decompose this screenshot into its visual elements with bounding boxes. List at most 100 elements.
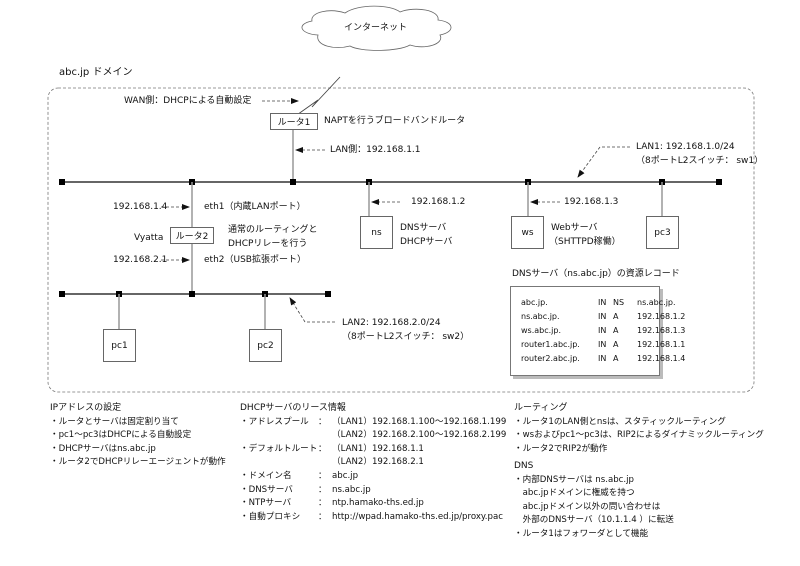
dns-record-class: IN (598, 298, 607, 307)
dhcp-lease-row: ・自動プロキシ ： http://wpad.hamako-ths.ed.jp/pro… (240, 511, 506, 525)
dns-record-name: ns.abc.jp. (521, 312, 560, 321)
dhcp-lease-value: （LAN1）192.168.1.100～192.168.1.199 (332, 416, 507, 427)
dhcp-lease-value: http://wpad.hamako-ths.ed.jp/proxy.pac (332, 511, 503, 522)
dns-records-table: abc.jp. IN NS ns.abc.jp. ns.abc.jp. IN A… (510, 286, 685, 376)
dhcp-lease-key: ・NTPサーバ (240, 498, 292, 509)
dns-record-name: ws.abc.jp. (521, 326, 562, 335)
pc2-box[interactable]: pc2 (249, 329, 282, 362)
ns-desc-line1: DNSサーバ (400, 223, 447, 233)
lan1-port (59, 179, 65, 185)
dns-item: abc.jpドメイン以外の問い合わせは (514, 501, 661, 512)
dhcp-lease-value: ntp.hamako-ths.ed.jp (332, 498, 424, 509)
eth2-ip: 192.168.2.1 (113, 255, 168, 265)
dhcp-lease-value: （LAN2）192.168.2.100～192.168.2.199 (332, 430, 507, 441)
dhcp-lease-row: ・ドメイン名 ： abc.jp (240, 470, 506, 484)
eth1-ip: 192.168.1.4 (113, 202, 168, 212)
dns-title: DNS (514, 461, 534, 471)
eth2-label: eth2（USB拡張ポート） (204, 255, 306, 265)
router1-name: ルータ1 (277, 118, 311, 128)
dhcp-lease-key (240, 456, 318, 470)
dns-section: DNS ・内部DNSサーバは ns.abc.jp abc.jpドメインに権威を持… (514, 460, 674, 542)
dhcp-lease-value: （LAN1）192.168.1.1 (332, 443, 424, 454)
dhcp-lease-sep: ： (318, 511, 327, 522)
router2-box[interactable]: ルータ2 (170, 227, 214, 244)
dns-record-type: A (613, 340, 619, 349)
ws-name: ws (521, 227, 534, 238)
ws-box[interactable]: ws (511, 216, 544, 249)
dns-record-type: A (613, 354, 619, 363)
dns-record-name: router1.abc.jp. (521, 340, 580, 349)
dhcp-lease-sep (318, 429, 332, 443)
dns-record-value: 192.168.1.2 (637, 312, 686, 321)
router1-desc: NAPTを行うブロードバンドルータ (324, 116, 466, 126)
dns-record-value: ns.abc.jp. (637, 298, 676, 307)
ip-settings-section: IPアドレスの設定 ・ルータとサーバは固定割り当て ・pc1～pc3はDHCPに… (50, 402, 226, 470)
dhcp-lease-sep: ： (318, 416, 327, 427)
dhcp-lease-section: DHCPサーバのリース情報 ・アドレスプール ： （LAN1）192.168.1.1… (240, 402, 506, 524)
lan2-callout (289, 297, 335, 323)
dns-record-value: 192.168.1.3 (637, 326, 686, 335)
dns-item: 外部のDNSサーバ（10.1.1.4 ）に転送 (514, 515, 674, 526)
pc1-box[interactable]: pc1 (103, 329, 136, 362)
ip-settings-item: ・ルータ2でDHCPリレーエージェントが動作 (50, 457, 226, 468)
dns-item: ・ルータ1はフォワーダとして機能 (514, 528, 649, 539)
dhcp-lease-row: ・デフォルトルート： （LAN1）192.168.1.1 (240, 443, 506, 457)
dns-item: ・内部DNSサーバは ns.abc.jp (514, 474, 634, 485)
dhcp-lease-row: ・NTPサーバ ： ntp.hamako-ths.ed.jp (240, 497, 506, 511)
pc2-name: pc2 (257, 340, 274, 351)
router2-name: ルータ2 (175, 232, 209, 242)
lan1-switch: （8ポートL2スイッチ： sw1） (636, 156, 764, 166)
dns-record-class: IN (598, 354, 607, 363)
lan1-label: LAN1: 192.168.1.0/24 (636, 142, 735, 152)
dns-record-name: router2.abc.jp. (521, 354, 580, 363)
dns-record-class: IN (598, 340, 607, 349)
ns-desc-line2: DHCPサーバ (400, 237, 453, 247)
dns-record-class: IN (598, 312, 607, 321)
dhcp-lease-sep: ： (318, 470, 327, 481)
dns-record-class: IN (598, 326, 607, 335)
dhcp-lease-row: ・アドレスプール ： （LAN1）192.168.1.100～192.168.1.1… (240, 416, 506, 430)
dhcp-lease-value: abc.jp (332, 470, 359, 481)
routing-item: ・ルータ1のLAN側とnsは、スタティックルーティング (514, 416, 726, 427)
eth1-label: eth1（内蔵LANポート） (204, 202, 306, 212)
ns-name: ns (371, 227, 382, 238)
dns-record-type: A (613, 326, 619, 335)
lan1-port (290, 179, 296, 185)
lan1-callout (577, 146, 630, 178)
dhcp-lease-row: ・DNSサーバ ： ns.abc.jp (240, 484, 506, 498)
ns-ip: 192.168.1.2 (411, 197, 466, 207)
dhcp-lease-key: ・ドメイン名 (240, 470, 292, 481)
lan1-port (716, 179, 722, 185)
lan2-port (59, 291, 65, 297)
ns-box[interactable]: ns (360, 216, 393, 249)
dns-record-type: NS (613, 298, 625, 307)
pc3-box[interactable]: pc3 (646, 216, 679, 249)
ws-ip: 192.168.1.3 (564, 197, 619, 207)
dhcp-lease-key: ・自動プロキシ (240, 511, 301, 522)
dhcp-lease-key: ・デフォルトルート (240, 443, 318, 454)
dhcp-lease-sep: ： (318, 498, 327, 509)
ip-settings-item: ・ルータとサーバは固定割り当て (50, 416, 179, 427)
dns-record-name: abc.jp. (521, 298, 548, 307)
domain-label: abc.jp ドメイン (59, 67, 133, 78)
pc1-name: pc1 (111, 340, 128, 351)
dhcp-lease-key: ・DNSサーバ (240, 484, 293, 495)
dhcp-lease-sep: ： (318, 443, 327, 454)
ip-settings-item: ・DHCPサーバはns.abc.jp (50, 443, 156, 454)
lan2-label: LAN2: 192.168.2.0/24 (342, 318, 441, 328)
dhcp-lease-row: （LAN2）192.168.2.1 (240, 456, 506, 470)
routing-item: ・wsおよびpc1～pc3は、RIP2によるダイナミックルーティング (514, 430, 764, 441)
router2-desc-line1: 通常のルーティングと (228, 225, 318, 235)
router1-box[interactable]: ルータ1 (270, 113, 318, 130)
dns-record-value: 192.168.1.4 (637, 354, 686, 363)
dhcp-lease-value: ns.abc.jp (332, 484, 371, 495)
routing-title: ルーティング (514, 403, 568, 413)
dns-record-type: A (613, 312, 619, 321)
ip-settings-item: ・pc1～pc3はDHCPによる自動設定 (50, 430, 192, 441)
dns-record-value: 192.168.1.1 (637, 340, 686, 349)
dns-records-title: DNSサーバ（ns.abc.jp）の資源レコード (512, 269, 680, 279)
lan2-switch: （8ポートL2スイッチ： sw2） (342, 332, 470, 342)
dns-item: abc.jpドメインに権威を持つ (514, 488, 635, 499)
router2-os: Vyatta (134, 233, 164, 243)
ip-settings-title: IPアドレスの設定 (50, 403, 122, 413)
